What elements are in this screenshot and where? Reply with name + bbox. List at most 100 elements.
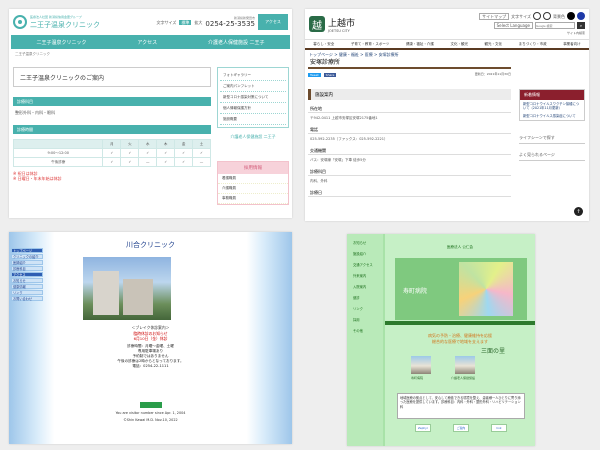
nav-item-inpatient[interactable]: 入院案内	[353, 284, 383, 289]
table-cell: ✓	[102, 157, 122, 167]
recruit-item-nurse[interactable]: 看護職員	[218, 174, 288, 184]
hospital-photo[interactable]	[411, 356, 431, 374]
nav-item-business[interactable]: 事業者向け	[563, 42, 581, 47]
nav-item-facility[interactable]: 施設紹介	[353, 251, 383, 256]
nav-item-access[interactable]: 交通アクセス	[353, 262, 383, 267]
table-cell: 午後診療	[12, 157, 104, 167]
news-box: 新着情報 新型コロナウイルスワクチン接種について（2021年11月更新） 新型コ…	[519, 89, 585, 121]
partner-logo[interactable]: link	[491, 424, 507, 432]
nav-item-checkup[interactable]: 健診	[353, 295, 383, 300]
nav-item-child[interactable]: 子育て・教育・スポーツ	[351, 42, 389, 47]
table-row: 午後診療 ✓ ✓ — ✓ ✓ —	[12, 157, 211, 167]
tagline-line: 総合的な医療で地域を支えます	[432, 339, 488, 344]
nav-item-health[interactable]: 健康・福祉・介護	[406, 42, 434, 47]
page-title: 安塚診療所	[308, 55, 511, 69]
back-to-top-icon[interactable]: ↑	[574, 207, 583, 216]
nav-item-about[interactable]: クリニックの紹介	[11, 254, 43, 259]
nav-item-contact[interactable]: お問い合わせ	[11, 296, 43, 301]
nav-item-access[interactable]: アクセス	[11, 272, 43, 277]
main-content: 二王子温泉クリニックのご案内 診療科目 整形外科・内科・眼科 診療時間 月 火 …	[12, 67, 211, 181]
nav-item-clinic[interactable]: 二王子温泉クリニック	[36, 39, 86, 46]
nav-item-facility[interactable]: 介護老人保健施設 二王子	[208, 39, 265, 46]
city-name: 上越市	[328, 18, 356, 29]
side-menu-item-covid[interactable]: 新型コロナ感染対策について	[220, 92, 286, 103]
nav-item-tourism[interactable]: 観光・文化	[485, 42, 503, 47]
partner-logo[interactable]: Zephyr	[415, 424, 431, 432]
table-header-cell: 火	[120, 139, 140, 149]
side-menu-item-overview[interactable]: 施設概要	[220, 114, 286, 125]
nav-item-culture[interactable]: 文化・観光	[450, 42, 468, 47]
facility-photo-caption: 介護老人保健施設	[451, 376, 476, 380]
news-heading: 新着情報	[520, 90, 584, 100]
news-item-covid[interactable]: 新型コロナウイルス感染症について	[520, 112, 584, 120]
dept-text: 内科、外科	[310, 179, 328, 183]
search-icon[interactable]: ⌕	[577, 22, 585, 29]
table-cell: —	[138, 157, 158, 167]
table-header-cell: 木	[156, 139, 176, 149]
nav-item-top[interactable]: トップページ	[11, 248, 43, 253]
heading-tel: 電話	[308, 125, 511, 134]
nav-item-city[interactable]: まちづくり・市政	[519, 42, 547, 47]
info-box: 地域医療の拠点として、安心して療養できる環境を整え、患者様一人ひとりに寄り添った…	[397, 393, 525, 419]
phone-number[interactable]: 0254-25-3535	[205, 20, 255, 28]
table-header-cell: 水	[138, 139, 158, 149]
notice-block: ＜ブレイク休診案内＞ 臨時休診のお知らせ 6月10日（金）休診 診療時間：月曜～…	[9, 325, 292, 369]
site-search-input[interactable]	[535, 22, 575, 29]
page-title: 川合クリニック	[126, 241, 175, 249]
nav-item-dept[interactable]: 診療科目	[11, 266, 43, 271]
side-menu-item-gallery[interactable]: フォトギャラリー	[220, 70, 286, 81]
table-header-cell: 金	[174, 139, 194, 149]
visitor-counter: You are visitor number since Apr. 1, 200…	[115, 411, 186, 415]
popular-pages-link[interactable]: よく見られるページ	[519, 152, 585, 161]
table-header-cell	[12, 139, 104, 149]
share-button[interactable]: Share	[323, 72, 337, 77]
phone-block: 新潟県新発田市 0254-25-3535	[205, 16, 255, 28]
nav-item-health[interactable]: 健康情報	[11, 284, 43, 289]
recruit-box: 採用情報 看護職員 介護職員 事務職員	[217, 161, 289, 205]
access-button[interactable]: アクセス	[258, 14, 288, 30]
nav-item-recruit[interactable]: 採用	[353, 317, 383, 322]
city-logo[interactable]: 上越市 JOETSU CITY	[328, 16, 355, 33]
table-cell: ✓	[174, 157, 194, 167]
tel-text: 025-592-2235（ファックス：025-592-2221）	[310, 137, 388, 141]
facility-photo[interactable]	[455, 356, 475, 374]
font-small-button[interactable]	[533, 12, 541, 20]
side-menu-item-pamphlet[interactable]: ご案内パンフレット	[220, 81, 286, 92]
language-select[interactable]: Select Language	[493, 22, 533, 29]
recruit-item-office[interactable]: 事務職員	[218, 194, 288, 204]
site-logo[interactable]: 医療法人社団 新潟県信用金庫グループ 二王子温泉クリニック	[30, 15, 100, 30]
font-large-button[interactable]: 拡大	[194, 20, 202, 25]
nav-item-links[interactable]: リンク	[353, 306, 383, 311]
partner-logo[interactable]: ご案内	[453, 424, 469, 432]
recruit-heading: 採用情報	[218, 162, 288, 174]
nav-item-news[interactable]: お知らせ	[353, 240, 383, 245]
font-large-button[interactable]	[543, 12, 551, 20]
nav-item-life[interactable]: 暮らし・安全	[313, 42, 334, 47]
page-title: 二王子温泉クリニックのご案内	[13, 67, 211, 87]
bg-black-button[interactable]	[567, 12, 575, 20]
nav-item-access[interactable]: アクセス	[137, 39, 157, 46]
table-row: 9:00～12:00 ✓ ✓ ✓ ✓ ✓ ✓	[12, 148, 211, 158]
tweet-button[interactable]: Tweet	[308, 72, 321, 77]
address-text: 〒942-0411 上越市安塚区安塚2175番地1	[310, 116, 378, 120]
nav-item-doctor[interactable]: 医師紹介	[11, 260, 43, 265]
tagline: 病気の予防・治療、健康維持を応援 総合的な医療で地域を支えます	[385, 333, 535, 345]
bg-blue-button[interactable]	[577, 12, 585, 20]
nav-item-links[interactable]: リンク	[11, 290, 43, 295]
table-cell: ✓	[102, 148, 122, 158]
news-item-vaccine[interactable]: 新型コロナウイルスワクチン接種について（2021年11月更新）	[520, 100, 584, 112]
font-size-label: 文字サイズ	[156, 19, 177, 25]
font-normal-button[interactable]: 標準	[179, 19, 192, 25]
site-header: 越 上越市 JOETSU CITY サイトマップ 文字サイズ 背景色 Selec…	[305, 9, 589, 39]
life-scene-link[interactable]: ライフシーンで探す	[519, 135, 585, 144]
side-facility-link[interactable]: 介護老人保健施設 二王子	[217, 134, 289, 139]
divider-strip	[385, 321, 535, 325]
side-menu-item-privacy[interactable]: 個人情報保護方針	[220, 103, 286, 114]
search-caption: サイト内検索	[566, 31, 585, 35]
nav-item-outpatient[interactable]: 外来案内	[353, 273, 383, 278]
recruit-item-care[interactable]: 介護職員	[218, 184, 288, 194]
nav-item-news[interactable]: お知らせ	[11, 278, 43, 283]
nav-item-other[interactable]: その他	[353, 328, 383, 333]
breadcrumb[interactable]: 二王子温泉クリニック	[9, 49, 292, 60]
sitemap-link[interactable]: サイトマップ	[479, 12, 510, 20]
